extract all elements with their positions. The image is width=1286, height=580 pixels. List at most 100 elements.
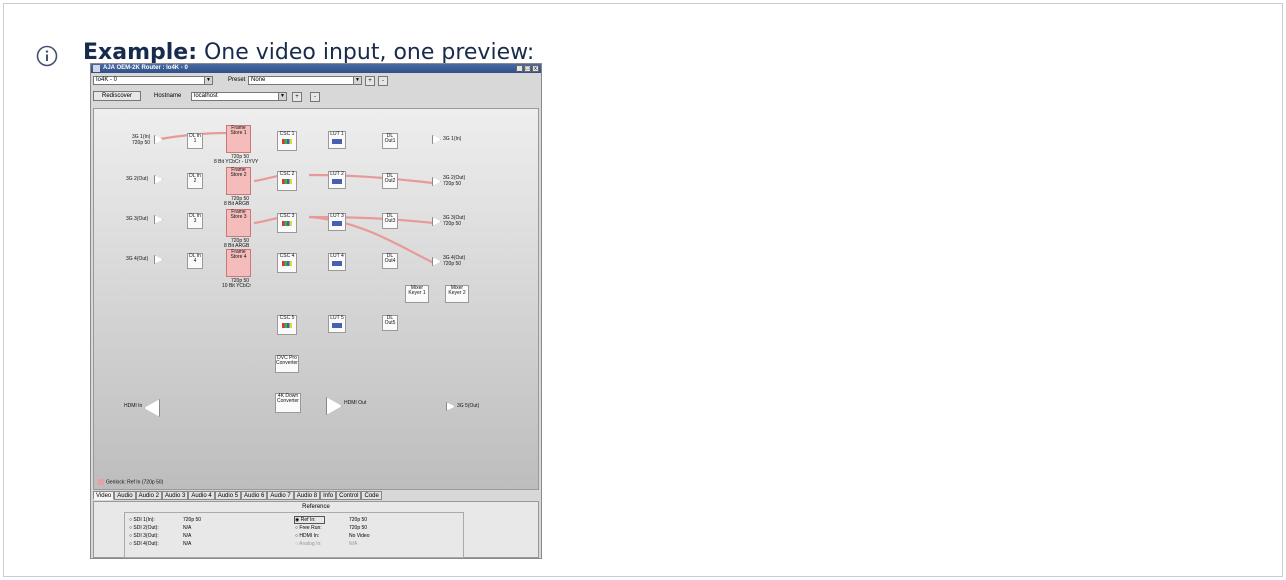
- input-format: 720p 50: [132, 140, 151, 146]
- rediscover-button[interactable]: Rediscover: [93, 91, 141, 101]
- reference-value: N/A: [183, 533, 192, 539]
- dl-out-node[interactable]: DL Out1: [382, 133, 398, 149]
- frame-store-node[interactable]: Frame Store 3: [226, 209, 251, 237]
- csc-node[interactable]: CSC 1: [277, 131, 297, 151]
- dl-in-node[interactable]: DL In 1: [187, 133, 203, 149]
- maximize-button[interactable]: □: [524, 65, 531, 72]
- frame-store-node[interactable]: Frame Store 2: [226, 167, 251, 195]
- preset-select[interactable]: None ▼: [248, 76, 362, 85]
- reference-value: No Video: [349, 533, 370, 539]
- csc-node[interactable]: CSC 5: [277, 315, 297, 335]
- reference-radio[interactable]: ○ SDI 4(Out):: [129, 541, 159, 547]
- info-panel: Example: One video input, one preview: A…: [3, 3, 1283, 577]
- input-label: 3G 2(Out): [126, 176, 149, 182]
- output-format: 720p 50: [443, 221, 462, 227]
- tab-bar: Video Audio Audio 2 Audio 3 Audio 4 Audio 5 Au…: [93, 491, 382, 501]
- reference-title: Reference: [302, 504, 330, 510]
- reference-value: N/A: [183, 541, 192, 547]
- info-icon: [36, 45, 58, 67]
- close-button[interactable]: x: [532, 65, 539, 72]
- example-heading: Example: One video input, one preview:: [83, 40, 535, 65]
- output-label: 3G 1(In): [443, 136, 462, 142]
- csc-icon: [282, 261, 292, 266]
- app-icon: [93, 65, 100, 72]
- dl-out-node[interactable]: DL Out5: [382, 315, 398, 331]
- reference-group: ○ SDI 1(In): 720p 50 ○ SDI 2(Out): N/A ○…: [124, 512, 464, 558]
- dl-out-node[interactable]: DL Out3: [382, 213, 398, 229]
- mixer-keyer-node[interactable]: Mixer Keyer 2: [445, 285, 469, 303]
- chevron-down-icon: ▼: [204, 77, 212, 84]
- dl-in-node[interactable]: DL In 3: [187, 213, 203, 229]
- reference-radio[interactable]: ○ SDI 1(In):: [129, 517, 155, 523]
- lut-node[interactable]: LUT 5: [328, 315, 346, 333]
- reference-radio[interactable]: ○ SDI 3(Out):: [129, 533, 159, 539]
- chevron-down-icon: ▼: [278, 93, 286, 100]
- router-screenshot: AJA OEM-2K Router : Io4K - 0 _ □ x Io4K - …: [90, 63, 542, 559]
- dvc-pro-converter-node[interactable]: DVC Pro Converter: [275, 355, 299, 373]
- frame-store-node[interactable]: Frame Store 1: [226, 125, 251, 153]
- reference-value: 720p 50: [183, 517, 202, 523]
- preset-remove-button[interactable]: -: [378, 76, 388, 86]
- lut-icon: [332, 139, 342, 144]
- lut-node[interactable]: LUT 3: [328, 213, 346, 231]
- reference-value: 720p 50: [349, 517, 368, 523]
- signal-wires: [159, 131, 435, 264]
- dl-in-node[interactable]: DL In 2: [187, 173, 203, 189]
- csc-node[interactable]: CSC 3: [277, 213, 297, 233]
- reference-radio[interactable]: ○ HDMI In:: [295, 533, 319, 539]
- csc-icon: [282, 323, 292, 328]
- preset-add-button[interactable]: +: [365, 76, 375, 86]
- csc-node[interactable]: CSC 2: [277, 171, 297, 191]
- frame-store-node[interactable]: Frame Store 4: [226, 249, 251, 277]
- chevron-down-icon: ▼: [353, 77, 361, 84]
- window-title: AJA OEM-2K Router : Io4K - 0: [103, 65, 188, 71]
- hostname-add-button[interactable]: +: [292, 92, 302, 102]
- mixer-keyer-node[interactable]: Mixer Keyer 1: [405, 285, 429, 303]
- tab-audio-3[interactable]: Audio 3: [161, 491, 189, 500]
- window-titlebar: AJA OEM-2K Router : Io4K - 0 _ □ x: [91, 64, 541, 73]
- tab-audio-7[interactable]: Audio 7: [267, 491, 294, 500]
- frame-store-pixel-format: 10 Bit YCbCr: [222, 283, 252, 289]
- tab-code[interactable]: Code: [361, 491, 382, 500]
- hdmi-in-label: HDMI In: [124, 403, 143, 409]
- output-format: 720p 50: [443, 261, 462, 267]
- lut-icon: [332, 179, 342, 184]
- hostname-remove-button[interactable]: -: [310, 92, 320, 102]
- lut-node[interactable]: LUT 1: [328, 131, 346, 149]
- reference-radio-selected[interactable]: ◉ Ref In:: [294, 516, 325, 524]
- reference-panel: Reference ○ SDI 1(In): 720p 50 ○ SDI 2(O…: [93, 501, 539, 558]
- hdmi-out-label: HDMI Out: [344, 400, 367, 406]
- routing-canvas[interactable]: 3G 1(In) 720p 50 3G 2(Out) 3G 3(Out) 3G …: [93, 108, 539, 490]
- csc-icon: [282, 221, 292, 226]
- input-label: 3G 4(Out): [126, 256, 149, 262]
- dl-in-node[interactable]: DL In 4: [187, 253, 203, 269]
- hostname-select[interactable]: localhost ▼: [191, 92, 287, 101]
- tab-video[interactable]: Video: [93, 491, 115, 500]
- device-select[interactable]: Io4K - 0 ▼: [93, 76, 213, 85]
- tab-audio-5[interactable]: Audio 5: [214, 491, 242, 500]
- tab-audio-8[interactable]: Audio 8: [293, 491, 321, 500]
- preset-label: Preset: [228, 77, 246, 83]
- reference-radio[interactable]: ○ Free Run:: [295, 525, 322, 531]
- tab-control[interactable]: Control: [336, 491, 362, 500]
- csc-node[interactable]: CSC 4: [277, 253, 297, 273]
- tab-info[interactable]: Info: [320, 491, 337, 500]
- reference-value: N/A: [183, 525, 192, 531]
- frame-store-pixel-format: 8 Bit ARGB: [224, 201, 250, 207]
- csc-icon: [282, 179, 292, 184]
- genlock-icon: [98, 479, 104, 485]
- lut-node[interactable]: LUT 4: [328, 253, 346, 271]
- genlock-status: Genlock: Ref In (720p 50): [98, 479, 163, 485]
- tab-audio-2[interactable]: Audio 2: [135, 491, 162, 500]
- output-format: 720p 50: [443, 181, 462, 187]
- lut-icon: [332, 323, 342, 328]
- reference-radio[interactable]: ○ SDI 2(Out):: [129, 525, 159, 531]
- dl-out-node[interactable]: DL Out4: [382, 253, 398, 269]
- minimize-button[interactable]: _: [516, 65, 523, 72]
- tab-audio[interactable]: Audio: [114, 491, 136, 500]
- down-converter-node[interactable]: 4K Down Converter: [275, 393, 301, 413]
- lut-node[interactable]: LUT 2: [328, 171, 346, 189]
- dl-out-node[interactable]: DL Out2: [382, 173, 398, 189]
- tab-audio-6[interactable]: Audio 6: [241, 491, 268, 500]
- tab-audio-4[interactable]: Audio 4: [188, 491, 215, 500]
